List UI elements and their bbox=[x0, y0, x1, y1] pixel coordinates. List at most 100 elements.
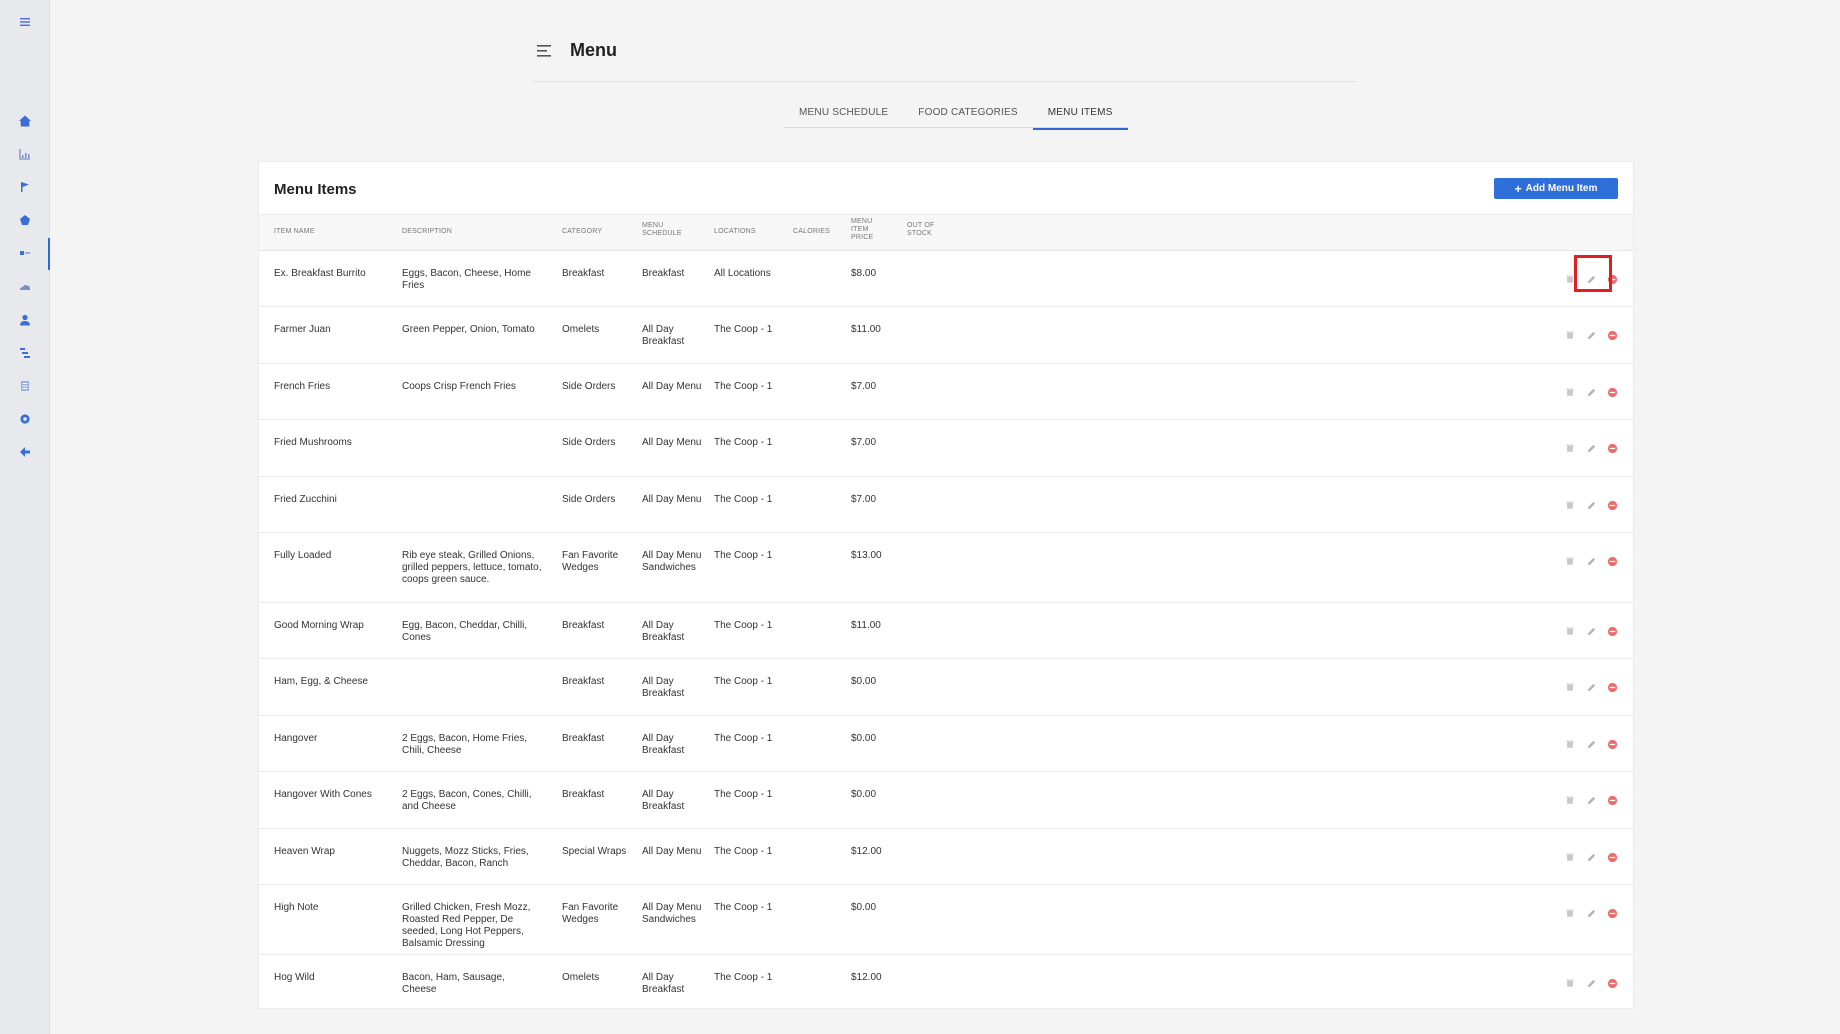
edit-pencil-icon[interactable] bbox=[1585, 681, 1597, 693]
tag-icon[interactable] bbox=[17, 212, 33, 228]
table-row[interactable]: Fried Mushrooms Side Orders All Day Menu Th… bbox=[259, 420, 1633, 477]
item-description: Grilled Chicken, Fresh Mozz, Roasted Red… bbox=[402, 902, 531, 949]
table-row[interactable]: High Note Grilled Chicken, Fresh Mozz, Ro… bbox=[259, 885, 1633, 955]
item-locations: The Coop - 1 bbox=[714, 902, 773, 913]
table-row[interactable]: Hangover 2 Eggs, Bacon, Home Fries, Chili… bbox=[259, 716, 1633, 772]
menu-items-card: Menu Items + Add Menu Item ITEM NAME DES… bbox=[258, 161, 1634, 1009]
edit-pencil-icon[interactable] bbox=[1585, 386, 1597, 398]
col-calories[interactable]: CALORIES bbox=[793, 228, 830, 236]
out-of-stock-icon[interactable] bbox=[1564, 499, 1576, 511]
item-menu-schedule: All Day Menu bbox=[642, 437, 702, 448]
back-arrow-icon[interactable] bbox=[17, 444, 33, 460]
edit-pencil-icon[interactable] bbox=[1585, 555, 1597, 567]
out-of-stock-icon[interactable] bbox=[1564, 625, 1576, 637]
menu-icon[interactable] bbox=[17, 14, 33, 30]
out-of-stock-icon[interactable] bbox=[1564, 738, 1576, 750]
table-row[interactable]: Hangover With Cones 2 Eggs, Bacon, Cones,… bbox=[259, 772, 1633, 829]
table-row[interactable]: Heaven Wrap Nuggets, Mozz Sticks, Fries, … bbox=[259, 829, 1633, 885]
item-description: Nuggets, Mozz Sticks, Fries, Cheddar, Ba… bbox=[402, 846, 529, 869]
out-of-stock-icon[interactable] bbox=[1564, 329, 1576, 341]
tab-menu-items[interactable]: MENU ITEMS bbox=[1032, 106, 1128, 130]
add-menu-item-button[interactable]: + Add Menu Item bbox=[1494, 178, 1618, 199]
edit-pencil-icon[interactable] bbox=[1585, 499, 1597, 511]
item-price: $0.00 bbox=[851, 676, 877, 687]
col-item-name[interactable]: ITEM NAME bbox=[274, 228, 315, 236]
tab-menu-schedule[interactable]: MENU SCHEDULE bbox=[784, 106, 903, 128]
user-icon[interactable] bbox=[17, 312, 33, 328]
col-out-of-stock-line1: OUT OF bbox=[907, 222, 935, 229]
out-of-stock-icon[interactable] bbox=[1564, 794, 1576, 806]
toggle-icon[interactable] bbox=[17, 245, 33, 261]
col-out-of-stock[interactable]: OUT OF STOCK bbox=[907, 222, 935, 238]
edit-pencil-icon[interactable] bbox=[1585, 738, 1597, 750]
delete-icon[interactable] bbox=[1606, 794, 1618, 806]
table-row[interactable]: Ham, Egg, & Cheese Breakfast All Day Break… bbox=[259, 659, 1633, 716]
col-description[interactable]: DESCRIPTION bbox=[402, 228, 452, 236]
document-icon[interactable] bbox=[17, 378, 33, 394]
out-of-stock-icon[interactable] bbox=[1564, 442, 1576, 454]
edit-pencil-icon[interactable] bbox=[1585, 329, 1597, 341]
item-menu-schedule: All Day Menu bbox=[642, 381, 702, 392]
col-menu-schedule[interactable]: MENU SCHEDULE bbox=[642, 222, 682, 238]
home-icon[interactable] bbox=[17, 113, 33, 129]
item-name: Farmer Juan bbox=[274, 324, 331, 335]
table-row[interactable]: Farmer Juan Green Pepper, Onion, Tomato Om… bbox=[259, 307, 1633, 364]
item-description: Rib eye steak, Grilled Onions, grilled p… bbox=[402, 550, 542, 585]
delete-icon[interactable] bbox=[1606, 738, 1618, 750]
item-locations: The Coop - 1 bbox=[714, 437, 773, 448]
col-category[interactable]: CATEGORY bbox=[562, 228, 602, 236]
col-menu-item-price[interactable]: MENU ITEM PRICE bbox=[851, 218, 873, 242]
sidebar bbox=[0, 0, 50, 1034]
out-of-stock-icon[interactable] bbox=[1564, 851, 1576, 863]
edit-pencil-icon[interactable] bbox=[1585, 907, 1597, 919]
delete-icon[interactable] bbox=[1606, 977, 1618, 989]
out-of-stock-icon[interactable] bbox=[1564, 977, 1576, 989]
delete-icon[interactable] bbox=[1606, 625, 1618, 637]
table-row[interactable]: Fully Loaded Rib eye steak, Grilled Onion… bbox=[259, 533, 1633, 603]
flag-icon[interactable] bbox=[17, 179, 33, 195]
item-locations: The Coop - 1 bbox=[714, 846, 773, 857]
delete-icon[interactable] bbox=[1606, 681, 1618, 693]
delete-icon[interactable] bbox=[1606, 907, 1618, 919]
delete-icon[interactable] bbox=[1606, 442, 1618, 454]
out-of-stock-icon[interactable] bbox=[1564, 555, 1576, 567]
edit-pencil-icon[interactable] bbox=[1585, 851, 1597, 863]
item-description: Coops Crisp French Fries bbox=[402, 381, 516, 392]
edit-pencil-icon[interactable] bbox=[1585, 794, 1597, 806]
out-of-stock-icon[interactable] bbox=[1564, 386, 1576, 398]
item-menu-schedule: All Day Menu bbox=[642, 846, 702, 857]
chart-icon[interactable] bbox=[17, 146, 33, 162]
menu-toggle-icon[interactable] bbox=[537, 44, 553, 58]
cloud-icon[interactable] bbox=[17, 279, 33, 295]
item-price: $0.00 bbox=[851, 902, 877, 913]
col-locations[interactable]: LOCATIONS bbox=[714, 228, 756, 236]
edit-pencil-icon[interactable] bbox=[1585, 625, 1597, 637]
item-locations: The Coop - 1 bbox=[714, 676, 773, 687]
item-price: $8.00 bbox=[851, 268, 877, 279]
item-category: Breakfast bbox=[562, 268, 605, 279]
table-row[interactable]: Fried Zucchini Side Orders All Day Menu The… bbox=[259, 477, 1633, 533]
table-row[interactable]: Hog Wild Bacon, Ham, Sausage, Cheese Omele… bbox=[259, 955, 1633, 1008]
edit-pencil-icon[interactable] bbox=[1585, 977, 1597, 989]
delete-icon[interactable] bbox=[1606, 555, 1618, 567]
item-price: $0.00 bbox=[851, 789, 877, 800]
table-row[interactable]: French Fries Coops Crisp French Fries Side… bbox=[259, 364, 1633, 420]
out-of-stock-icon[interactable] bbox=[1564, 907, 1576, 919]
delete-icon[interactable] bbox=[1606, 499, 1618, 511]
item-description: Bacon, Ham, Sausage, Cheese bbox=[402, 972, 505, 995]
item-price: $12.00 bbox=[851, 972, 882, 983]
tab-food-categories[interactable]: FOOD CATEGORIES bbox=[903, 106, 1033, 128]
item-locations: The Coop - 1 bbox=[714, 494, 773, 505]
edit-pencil-icon[interactable] bbox=[1585, 442, 1597, 454]
list-icon[interactable] bbox=[17, 345, 33, 361]
out-of-stock-icon[interactable] bbox=[1564, 681, 1576, 693]
table-row[interactable]: Good Morning Wrap Egg, Bacon, Cheddar, Ch… bbox=[259, 603, 1633, 659]
gear-icon[interactable] bbox=[17, 411, 33, 427]
table-row[interactable]: Ex. Breakfast Burrito Eggs, Bacon, Cheese… bbox=[259, 251, 1633, 307]
delete-icon[interactable] bbox=[1606, 386, 1618, 398]
item-name: Fried Mushrooms bbox=[274, 437, 352, 448]
edit-button-highlight bbox=[1574, 255, 1612, 292]
delete-icon[interactable] bbox=[1606, 851, 1618, 863]
item-price: $11.00 bbox=[851, 324, 881, 335]
delete-icon[interactable] bbox=[1606, 329, 1618, 341]
